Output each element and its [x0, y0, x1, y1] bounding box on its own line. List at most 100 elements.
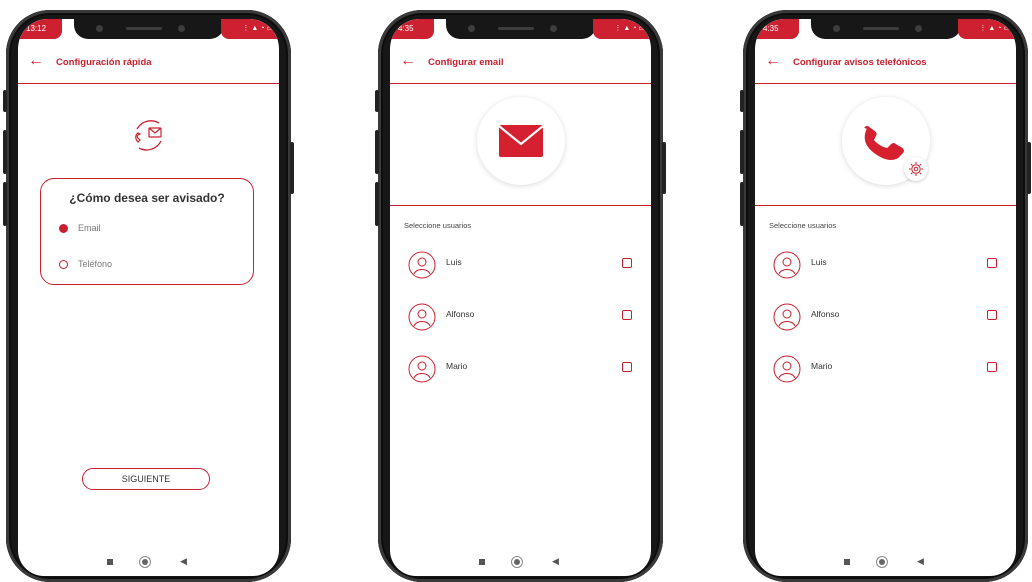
- screen: 13:12 ⋮ ▲ ◔ ▭ ← Configuración rápida ¿Có…: [18, 19, 279, 576]
- screen: 4:35 ⋮ ▲ ◔ ▭ ← Configurar avisos telefón…: [755, 19, 1016, 576]
- status-icons: ⋮ ▲ ◔ ▭: [593, 19, 651, 39]
- select-users-label: Seleccione usuarios: [769, 221, 837, 230]
- volume-button: [740, 182, 744, 226]
- power-button: [1027, 142, 1031, 194]
- back-arrow-icon[interactable]: ←: [28, 52, 44, 70]
- notch: [73, 19, 224, 39]
- camera-icon: [177, 25, 185, 32]
- nav-bar: ◀: [390, 548, 651, 576]
- status-time: 13:12: [18, 19, 62, 39]
- notch: [445, 19, 596, 39]
- contact-call-email-icon: [135, 120, 162, 151]
- user-row[interactable]: Mario: [769, 355, 999, 385]
- user-checkbox[interactable]: [987, 310, 997, 320]
- user-checkbox[interactable]: [987, 258, 997, 268]
- notification-method-card: ¿Cómo desea ser avisado? Email Teléfono: [40, 178, 254, 285]
- volume-button: [740, 90, 744, 112]
- phone-frame-phone-setup: 4:35 ⋮ ▲ ◔ ▭ ← Configurar avisos telefón…: [740, 10, 1031, 582]
- hero-circle: [476, 97, 565, 185]
- option-label: Teléfono: [78, 259, 113, 269]
- user-avatar-icon: [408, 355, 436, 383]
- volume-button: [3, 182, 7, 226]
- hero-section: [390, 85, 651, 206]
- user-checkbox[interactable]: [622, 310, 632, 320]
- user-row[interactable]: Alfonso: [769, 303, 999, 333]
- status-bar: 13:12 ⋮ ▲ ◔ ▭: [18, 19, 279, 41]
- recent-apps-icon[interactable]: [844, 559, 850, 565]
- user-checkbox[interactable]: [622, 362, 632, 372]
- camera-icon: [95, 25, 103, 32]
- home-icon[interactable]: [139, 556, 151, 568]
- power-button: [662, 142, 666, 194]
- select-users-label: Seleccione usuarios: [404, 221, 472, 230]
- status-bar: 4:35 ⋮ ▲ ◔ ▭: [755, 19, 1016, 41]
- status-icons: ⋮ ▲ ◔ ▭: [958, 19, 1016, 39]
- power-button: [290, 142, 294, 194]
- user-checkbox[interactable]: [622, 258, 632, 268]
- radio-selected-icon[interactable]: [59, 224, 68, 234]
- user-row[interactable]: Luis: [404, 251, 634, 281]
- camera-icon: [549, 25, 557, 32]
- nav-bar: ◀: [755, 548, 1016, 576]
- home-icon[interactable]: [511, 556, 523, 568]
- user-avatar-icon: [773, 251, 801, 279]
- user-row[interactable]: Luis: [769, 251, 999, 281]
- user-name: Mario: [811, 361, 833, 371]
- gear-icon[interactable]: [903, 157, 928, 181]
- camera-icon: [832, 25, 840, 32]
- camera-icon: [467, 25, 475, 32]
- status-time: 4:35: [390, 19, 434, 39]
- camera-icon: [914, 25, 922, 32]
- hero-circle: [841, 97, 930, 185]
- screen: 4:35 ⋮ ▲ ◔ ▭ ← Configurar email Seleccio…: [390, 19, 651, 576]
- user-avatar-icon: [773, 355, 801, 383]
- recent-apps-icon[interactable]: [107, 559, 113, 565]
- volume-button: [375, 182, 379, 226]
- user-avatar-icon: [408, 251, 436, 279]
- recent-apps-icon[interactable]: [479, 559, 485, 565]
- nav-bar: ◀: [18, 548, 279, 576]
- back-arrow-icon[interactable]: ←: [765, 52, 781, 70]
- envelope-icon: [497, 125, 544, 157]
- volume-button: [740, 130, 744, 174]
- nav-back-icon[interactable]: ◀: [552, 556, 559, 567]
- radio-unselected-icon[interactable]: [59, 260, 68, 270]
- user-avatar-icon: [408, 303, 436, 331]
- notch: [810, 19, 961, 39]
- volume-button: [375, 90, 379, 112]
- option-email[interactable]: Email: [59, 223, 101, 234]
- user-checkbox[interactable]: [987, 362, 997, 372]
- phone-frame-email-setup: 4:35 ⋮ ▲ ◔ ▭ ← Configurar email Seleccio…: [375, 10, 666, 582]
- page-title: Configuración rápida: [56, 57, 152, 68]
- home-icon[interactable]: [876, 556, 888, 568]
- user-avatar-icon: [773, 303, 801, 331]
- volume-button: [3, 90, 7, 112]
- user-name: Alfonso: [811, 309, 840, 319]
- phone-frame-quick-setup: 13:12 ⋮ ▲ ◔ ▭ ← Configuración rápida ¿Có…: [3, 10, 294, 582]
- user-name: Luis: [446, 257, 462, 267]
- app-bar: ← Configurar email: [390, 45, 651, 84]
- app-bar: ← Configuración rápida: [18, 45, 279, 84]
- user-name: Luis: [811, 257, 827, 267]
- nav-back-icon[interactable]: ◀: [180, 556, 187, 567]
- card-title: ¿Cómo desea ser avisado?: [69, 191, 225, 205]
- speaker-icon: [862, 27, 899, 30]
- status-bar: 4:35 ⋮ ▲ ◔ ▭: [390, 19, 651, 41]
- volume-button: [3, 130, 7, 174]
- app-bar: ← Configurar avisos telefónicos: [755, 45, 1016, 84]
- user-row[interactable]: Alfonso: [404, 303, 634, 333]
- option-phone[interactable]: Teléfono: [59, 259, 113, 270]
- user-row[interactable]: Mario: [404, 355, 634, 385]
- option-label: Email: [78, 223, 101, 233]
- next-button[interactable]: SIGUIENTE: [82, 468, 210, 490]
- speaker-icon: [125, 27, 162, 30]
- page-title: Configurar email: [428, 57, 504, 68]
- speaker-icon: [497, 27, 534, 30]
- nav-back-icon[interactable]: ◀: [917, 556, 924, 567]
- back-arrow-icon[interactable]: ←: [400, 52, 416, 70]
- user-name: Alfonso: [446, 309, 475, 319]
- hero-section: [755, 85, 1016, 206]
- status-icons: ⋮ ▲ ◔ ▭: [221, 19, 279, 39]
- page-title: Configurar avisos telefónicos: [793, 57, 927, 68]
- user-name: Mario: [446, 361, 468, 371]
